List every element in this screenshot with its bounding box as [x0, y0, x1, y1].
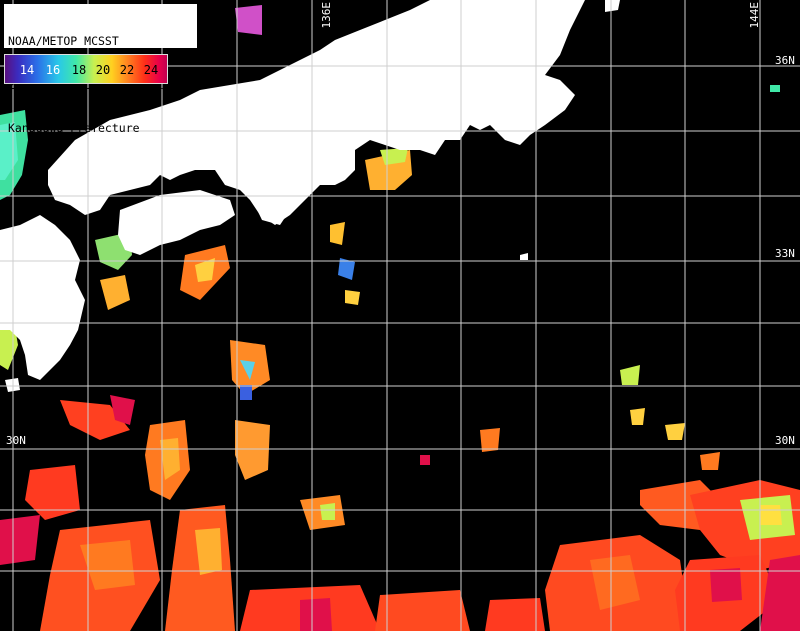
- legend-label-20: 20: [95, 63, 111, 77]
- lat-label-36n: 36N: [775, 54, 795, 67]
- legend-label-16: 16: [45, 63, 61, 77]
- legend-label-22: 22: [119, 63, 135, 77]
- lat-label-30n-left: 30N: [6, 434, 26, 447]
- legend-label-24: 24: [143, 63, 159, 77]
- map-title-box: NOAA/METOP MCSST 2020/05/18(UTC) Composi…: [4, 4, 197, 135]
- legend-label-14: 14: [19, 63, 35, 77]
- title-line-satellite: NOAA/METOP MCSST: [8, 34, 119, 48]
- title-line-region: Kanagawa Prefecture: [8, 121, 140, 135]
- legend-label-18: 18: [71, 63, 87, 77]
- lat-label-33n: 33N: [775, 247, 795, 260]
- lat-label-30n-right: 30N: [775, 434, 795, 447]
- sst-map-view: NOAA/METOP MCSST 2020/05/18(UTC) Composi…: [0, 0, 800, 631]
- lon-label-136e: 136E: [320, 2, 333, 29]
- lon-label-144e: 144E: [748, 2, 761, 29]
- sst-color-legend: 14 16 18 20 22 24: [4, 54, 168, 84]
